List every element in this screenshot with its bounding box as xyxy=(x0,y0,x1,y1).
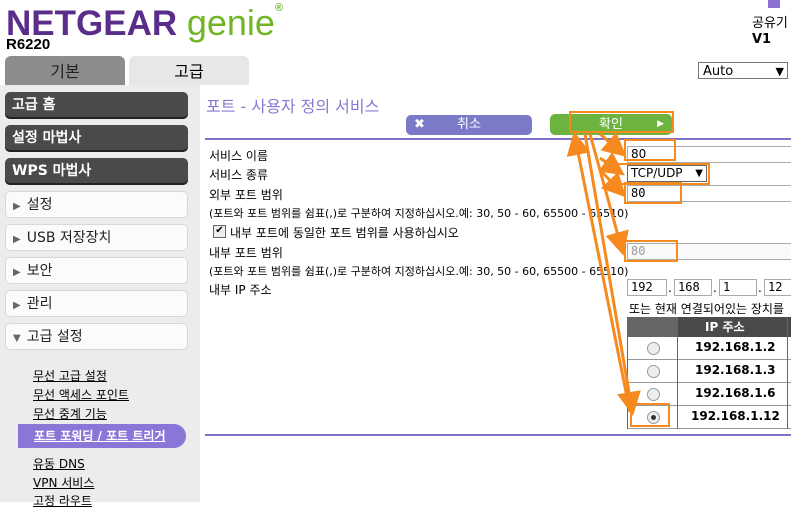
annotation-box-external-port xyxy=(624,182,682,204)
device-hint: 또는 현재 연결되어있는 장치를 xyxy=(629,302,784,316)
annotation-box-selected-radio xyxy=(630,403,670,427)
sidebar-section-label: 설정 xyxy=(26,197,53,213)
ip-octet-3-input[interactable]: 1 xyxy=(719,279,757,296)
header-info: 공유기 V1 xyxy=(752,16,788,48)
service-name-label: 서비스 이름 xyxy=(209,149,269,163)
device-ip: 192.168.1.3 xyxy=(695,363,776,377)
sidebar-section-label: 보안 xyxy=(26,263,53,279)
page-title: 포트 - 사용자 정의 서비스 xyxy=(206,97,380,116)
sidebar-section-security[interactable]: ▶ 보안 xyxy=(5,257,188,284)
device-radio[interactable] xyxy=(647,342,660,355)
ip-dot: . xyxy=(713,281,717,295)
sidebar-link-wireless-ap[interactable]: 무선 액세스 포인트 xyxy=(33,386,129,403)
internal-port-label: 내부 포트 범위 xyxy=(209,246,283,260)
model-name: R6220 xyxy=(6,36,51,53)
ip-dot: . xyxy=(668,281,672,295)
ip-octet-2-input[interactable]: 168 xyxy=(674,279,712,296)
annotation-box-apply xyxy=(569,111,674,133)
sidebar-section-administration[interactable]: ▶ 관리 xyxy=(5,290,188,317)
device-radio[interactable] xyxy=(647,365,660,378)
table-border xyxy=(787,317,788,429)
device-ip: 192.168.1.6 xyxy=(695,386,776,400)
sidebar-link-wireless-advanced[interactable]: 무선 고급 설정 xyxy=(33,367,107,384)
port-hint-2: (포트와 포트 범위를 쉼표(,)로 구분하여 지정하십시오.예: 30, 50… xyxy=(209,265,629,278)
tab-basic[interactable]: 기본 xyxy=(5,56,125,85)
chevron-down-icon: ▼ xyxy=(775,65,784,78)
table-row: 192.168.1.2 xyxy=(627,337,791,360)
sidebar-section-usb-storage[interactable]: ▶ USB 저장장치 xyxy=(5,224,188,251)
cancel-button[interactable]: ✖ 취소 xyxy=(406,115,532,135)
sidebar-section-label: USB 저장장치 xyxy=(26,230,112,246)
sidebar-link-dynamic-dns[interactable]: 유동 DNS xyxy=(33,455,85,472)
table-header-blank xyxy=(627,317,677,337)
divider xyxy=(205,434,791,436)
brand-reg: ® xyxy=(274,2,284,14)
sidebar-link-wireless-repeater[interactable]: 무선 중계 기능 xyxy=(33,405,107,422)
sidebar-section-advanced-setup[interactable]: ▼ 고급 설정 xyxy=(5,323,188,350)
triangle-down-icon: ▼ xyxy=(13,333,21,344)
ip-octet-1-input[interactable]: 192 xyxy=(627,279,667,296)
sidebar-link-vpn-service[interactable]: VPN 서비스 xyxy=(33,474,94,491)
sidebar-link-static-routes[interactable]: 고정 라우트 xyxy=(33,492,92,509)
ip-octet-4-input[interactable]: 12 xyxy=(764,279,791,296)
same-range-checkbox[interactable]: ✔ xyxy=(213,225,226,238)
port-hint: (포트와 포트 범위를 쉼표(,)로 구분하여 지정하십시오.예: 30, 50… xyxy=(209,207,629,220)
triangle-right-icon: ▶ xyxy=(13,234,21,245)
table-border xyxy=(627,317,628,429)
brand-genie: genie xyxy=(186,2,275,43)
check-icon: ✔ xyxy=(215,225,224,236)
tab-advanced[interactable]: 고급 xyxy=(129,56,249,85)
sidebar-link-port-forwarding[interactable]: 포트 포워딩 / 포트 트리거 xyxy=(18,424,186,448)
language-select-value: Auto xyxy=(703,64,734,79)
table-row: 192.168.1.3 xyxy=(627,360,791,383)
device-ip: 192.168.1.2 xyxy=(695,340,776,354)
sidebar-section-label: 고급 설정 xyxy=(26,329,83,345)
table-border xyxy=(677,317,678,429)
same-range-label: 내부 포트에 동일한 포트 범위를 사용하십시오 xyxy=(230,226,459,240)
triangle-right-icon: ▶ xyxy=(13,201,21,212)
sidebar-item-advanced-home[interactable]: 고급 홈 xyxy=(5,92,188,119)
table-header-ip: IP 주소 xyxy=(677,317,791,337)
external-port-label: 외부 포트 범위 xyxy=(209,188,283,202)
cancel-button-label: 취소 xyxy=(457,117,481,132)
triangle-right-icon: ▶ xyxy=(13,267,21,278)
sidebar-item-wps-wizard[interactable]: WPS 마법사 xyxy=(5,158,188,185)
header-info-line2: V1 xyxy=(752,32,772,47)
header-accent xyxy=(768,0,780,8)
annotation-box-internal-port xyxy=(624,240,678,262)
divider xyxy=(205,138,791,140)
service-type-label: 서비스 종류 xyxy=(209,168,269,182)
close-icon: ✖ xyxy=(414,117,425,132)
internal-ip-label: 내부 IP 주소 xyxy=(209,283,272,297)
device-radio[interactable] xyxy=(647,388,660,401)
sidebar-section-setup[interactable]: ▶ 설정 xyxy=(5,191,188,218)
annotation-box-service-name xyxy=(624,139,676,161)
device-ip: 192.168.1.12 xyxy=(691,409,780,423)
header-info-line1: 공유기 xyxy=(752,16,788,31)
sidebar-section-label: 관리 xyxy=(26,296,53,312)
ip-dot: . xyxy=(758,281,762,295)
sidebar-item-setup-wizard[interactable]: 설정 마법사 xyxy=(5,125,188,152)
language-select[interactable]: Auto ▼ xyxy=(698,62,788,79)
triangle-right-icon: ▶ xyxy=(13,300,21,311)
